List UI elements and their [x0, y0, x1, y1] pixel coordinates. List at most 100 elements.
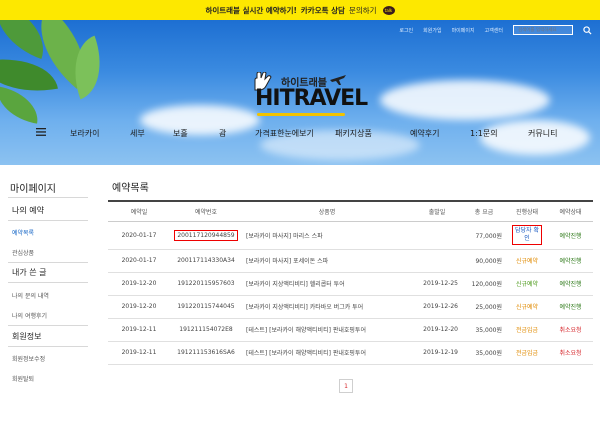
- column-header-progress: 진행상태: [506, 200, 548, 222]
- nav-menu-icon[interactable]: [36, 128, 46, 138]
- cell-date: 2019-12-11: [108, 318, 170, 342]
- leaf-decoration: [0, 86, 43, 124]
- logo-english: HITRAVEL: [255, 86, 368, 111]
- cell-date: 2019-12-20: [108, 295, 170, 319]
- main-nav: 보라카이 세부 보홀 괌 가격표한눈에보기 패키지상품 예약후기 1:1문의 커…: [0, 128, 600, 144]
- top-banner[interactable]: 하이트래블 실시간 예약하기! 카카오톡 상담 문의하기 talk: [0, 0, 600, 20]
- sidebar-title: 마이페이지: [10, 184, 56, 195]
- cell-product[interactable]: [보라카이 지상액티비티] 헬리콥터 투어: [242, 272, 412, 296]
- cell-price: 35,000원: [462, 341, 506, 365]
- divider: [8, 197, 88, 198]
- cell-price: 35,000원: [462, 318, 506, 342]
- cloud-decoration: [380, 80, 550, 120]
- mypage-link[interactable]: 마이페이지: [452, 27, 475, 34]
- cell-depart: [412, 249, 462, 273]
- nav-item-cebu[interactable]: 세부: [130, 128, 145, 139]
- sidebar-section-my-posts: 내가 쓴 글: [12, 268, 47, 277]
- cell-number[interactable]: 191211154072E8: [170, 318, 242, 342]
- reservation-number-link[interactable]: 200117120944859: [174, 229, 238, 241]
- nav-item-inquiry[interactable]: 1:1문의: [470, 128, 498, 139]
- login-link[interactable]: 로그인: [399, 27, 413, 34]
- cell-progress: 신규예약: [506, 272, 548, 296]
- signup-link[interactable]: 회원가입: [423, 27, 441, 34]
- table-row[interactable]: 2020-01-17 200117114330A34 [보라카이 마사지] 포세…: [108, 249, 593, 273]
- sidebar-item-edit-profile[interactable]: 회원정보수정: [12, 354, 45, 363]
- cell-product[interactable]: [테스트] [보라카이 해양액티비티] 판내호핑투어: [242, 341, 412, 365]
- cell-status: 예약진행: [548, 221, 593, 250]
- banner-kakao-text: 카카오톡 상담: [300, 5, 345, 15]
- nav-item-community[interactable]: 커뮤니티: [528, 128, 557, 139]
- divider: [8, 220, 88, 221]
- cell-date: 2020-01-17: [108, 221, 170, 250]
- column-header-date: 예약일: [108, 200, 170, 222]
- logo-underline: [257, 113, 345, 116]
- cell-number[interactable]: 191220115957603: [170, 272, 242, 296]
- customer-center-link[interactable]: 고객센터: [485, 27, 503, 34]
- cell-progress: 신규예약: [506, 295, 548, 319]
- cell-status: 취소요청: [548, 341, 593, 365]
- hero-header: 로그인 회원가입 마이페이지 고객센터 하이트래블 HITRAVEL 보라카이 …: [0, 20, 600, 165]
- site-logo[interactable]: 하이트래블 HITRAVEL: [251, 72, 368, 122]
- top-utility-nav: 로그인 회원가입 마이페이지 고객센터: [399, 25, 592, 35]
- cell-number[interactable]: 191220115744045: [170, 295, 242, 319]
- sidebar-item-my-reviews[interactable]: 나의 여행후기: [12, 311, 47, 320]
- sidebar-section-reservations: 나의 예약: [12, 206, 44, 215]
- banner-reserve-text: 하이트래블 실시간 예약하기!: [205, 5, 297, 15]
- cell-depart: 2019-12-25: [412, 272, 462, 296]
- cell-number[interactable]: 191211153616SA6: [170, 341, 242, 365]
- sidebar-item-reservation-list[interactable]: 예약목록: [12, 228, 34, 237]
- cell-number[interactable]: 200117114330A34: [170, 249, 242, 273]
- search-icon[interactable]: [583, 25, 592, 35]
- sidebar-item-my-inquiries[interactable]: 나의 문의 내역: [12, 291, 49, 300]
- cell-status: 예약진행: [548, 295, 593, 319]
- column-header-price: 총 요금: [462, 200, 506, 222]
- search-input[interactable]: [513, 25, 573, 35]
- sidebar: 마이페이지 나의 예약 예약목록 관심상품 내가 쓴 글 나의 문의 내역 나의…: [0, 165, 90, 425]
- cell-product[interactable]: [보라카이 지상액티비티] 카타바오 버그카 투어: [242, 295, 412, 319]
- sidebar-item-withdraw[interactable]: 회원탈퇴: [12, 374, 34, 383]
- cell-product[interactable]: [보라카이 마사지] 마리스 스파: [242, 221, 412, 250]
- cell-product[interactable]: [테스트] [보라카이 해양액티비티] 판내호핑투어: [242, 318, 412, 342]
- table-row[interactable]: 2019-12-11 191211153616SA6 [테스트] [보라카이 해…: [108, 341, 593, 365]
- cell-progress: 전금입금: [506, 341, 548, 365]
- table-row[interactable]: 2019-12-11 191211154072E8 [테스트] [보라카이 해양…: [108, 318, 593, 342]
- column-header-depart: 출발일: [412, 200, 462, 222]
- nav-item-guam[interactable]: 괌: [219, 128, 226, 139]
- cell-price: 77,000원: [462, 221, 506, 250]
- divider: [8, 282, 88, 283]
- cell-price: 25,000원: [462, 295, 506, 319]
- cell-product[interactable]: [보라카이 마사지] 포세이돈 스파: [242, 249, 412, 273]
- table-row[interactable]: 2019-12-20 191220115957603 [보라카이 지상액티비티]…: [108, 272, 593, 296]
- cell-depart: 2019-12-20: [412, 318, 462, 342]
- nav-item-boracay[interactable]: 보라카이: [70, 128, 99, 139]
- status-badge: 담당자 확인: [512, 225, 542, 245]
- airplane-icon: [330, 75, 346, 85]
- table-row[interactable]: 2020-01-17 200117120944859 [보라카이 마사지] 마리…: [108, 221, 593, 250]
- column-header-product: 상품명: [242, 200, 412, 222]
- nav-item-bohol[interactable]: 보홀: [173, 128, 188, 139]
- divider: [8, 262, 88, 263]
- nav-item-package[interactable]: 패키지상품: [335, 128, 372, 139]
- column-header-number: 예약번호: [170, 200, 242, 222]
- cell-number[interactable]: 200117120944859: [170, 221, 242, 250]
- cell-progress: 신규예약: [506, 249, 548, 273]
- pagination-page-1[interactable]: 1: [339, 379, 353, 393]
- sidebar-item-favorites[interactable]: 관심상품: [12, 248, 34, 257]
- divider: [8, 346, 88, 347]
- nav-item-reviews[interactable]: 예약후기: [410, 128, 439, 139]
- cell-price: 120,000원: [462, 272, 506, 296]
- cell-date: 2019-12-11: [108, 341, 170, 365]
- reservation-table: 예약일 예약번호 상품명 출발일 총 요금 진행상태 예약상태 2020-01-…: [108, 200, 593, 365]
- table-header-row: 예약일 예약번호 상품명 출발일 총 요금 진행상태 예약상태: [108, 200, 593, 222]
- cell-date: 2019-12-20: [108, 272, 170, 296]
- cell-date: 2020-01-17: [108, 249, 170, 273]
- banner-inquiry-text: 문의하기: [348, 5, 377, 15]
- kakao-talk-icon[interactable]: talk: [382, 5, 395, 15]
- page-title: 예약목록: [112, 183, 149, 194]
- cell-status: 예약진행: [548, 272, 593, 296]
- cell-depart: 2019-12-26: [412, 295, 462, 319]
- cell-progress: 담당자 확인: [506, 221, 548, 250]
- table-row[interactable]: 2019-12-20 191220115744045 [보라카이 지상액티비티]…: [108, 295, 593, 319]
- cell-price: 90,000원: [462, 249, 506, 273]
- nav-item-price-table[interactable]: 가격표한눈에보기: [255, 128, 314, 139]
